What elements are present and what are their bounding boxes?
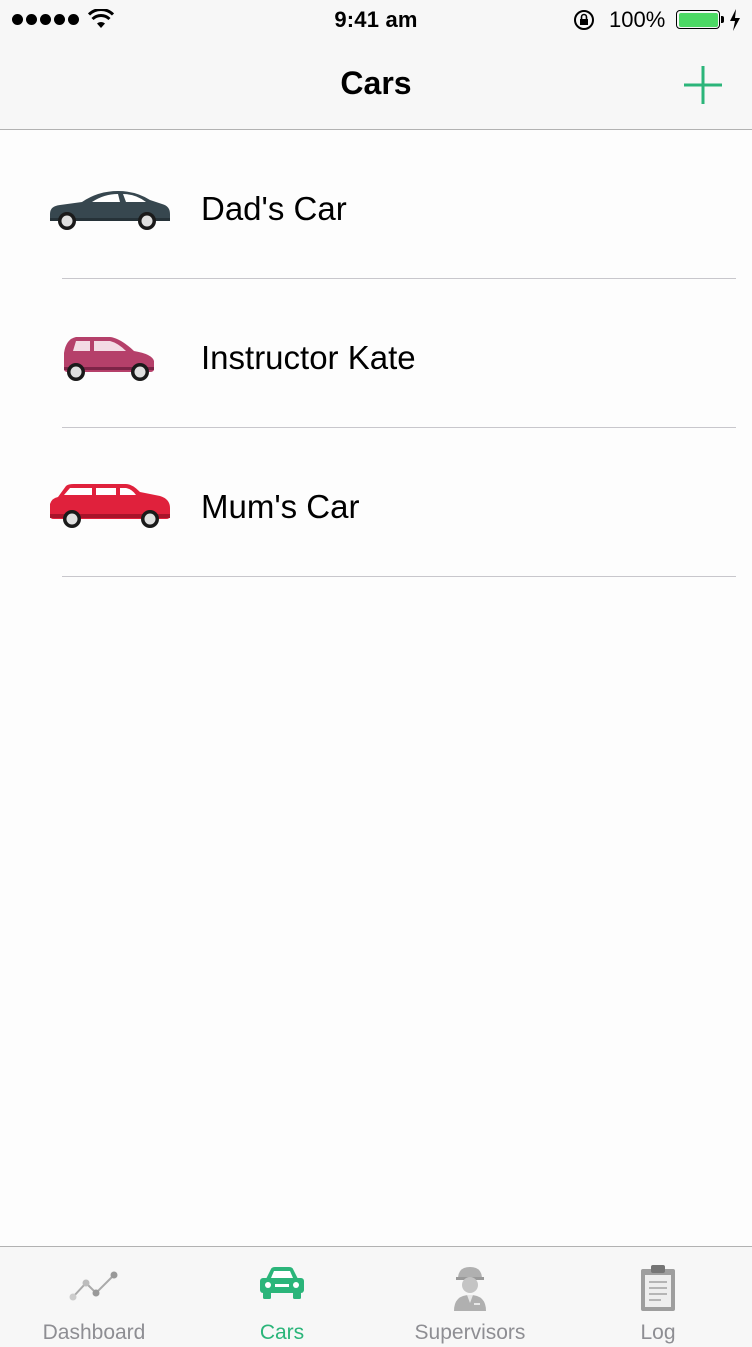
car-icon [260, 1267, 304, 1299]
compact-car-icon [64, 337, 154, 381]
battery-icon [676, 10, 724, 29]
battery-percent: 100% [609, 7, 666, 32]
car-name: Instructor Kate [201, 339, 416, 376]
sedan-icon [50, 191, 170, 230]
plus-icon [684, 66, 722, 104]
car-name: Mum's Car [201, 488, 360, 525]
clipboard-icon [641, 1265, 675, 1311]
car-list: Dad's Car Instructor Kate Mum's Car [0, 130, 752, 577]
add-car-button[interactable] [680, 62, 726, 108]
status-bar: 9:41 am 100% [0, 0, 752, 40]
tab-supervisors[interactable]: Supervisors [376, 1247, 564, 1347]
tab-label: Log [640, 1321, 676, 1344]
tab-log[interactable]: Log [564, 1247, 752, 1347]
tab-dashboard[interactable]: Dashboard [0, 1247, 188, 1347]
line-chart-icon [69, 1271, 118, 1301]
tab-label: Dashboard [42, 1321, 146, 1344]
navigation-bar: Cars [0, 40, 752, 130]
station-wagon-icon [50, 484, 170, 528]
page-title: Cars [340, 65, 412, 101]
row-divider [62, 576, 736, 577]
tab-label: Supervisors [414, 1321, 526, 1344]
tab-label: Cars [259, 1321, 305, 1344]
charging-bolt-icon [730, 9, 740, 31]
car-name: Dad's Car [201, 190, 347, 227]
person-hardhat-icon [454, 1267, 486, 1311]
list-item[interactable]: Mum's Car [0, 428, 752, 577]
list-item[interactable]: Instructor Kate [0, 279, 752, 428]
list-item[interactable]: Dad's Car [0, 130, 752, 279]
rotation-lock-icon [574, 10, 594, 30]
tab-bar: Dashboard Cars Supervisors Log [0, 1246, 752, 1347]
tab-cars[interactable]: Cars [188, 1247, 376, 1347]
